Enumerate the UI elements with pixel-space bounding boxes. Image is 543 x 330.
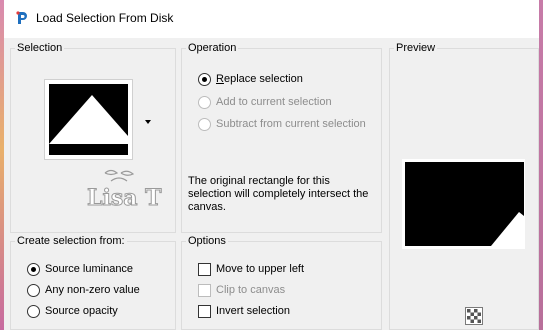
paintshop-pro-icon — [14, 10, 30, 26]
triangle-down-icon[interactable] — [145, 115, 151, 127]
checkerboard-icon[interactable] — [465, 307, 483, 325]
create-selection-group: Create selection from: Source luminance … — [10, 235, 176, 330]
source-opacity-option[interactable]: Source opacity — [27, 303, 118, 319]
options-group-label: Options — [186, 235, 228, 248]
selection-thumbnail[interactable] — [44, 79, 133, 160]
move-upper-left-label: Move to upper left — [216, 263, 305, 275]
subtract-selection-radio — [198, 117, 211, 131]
create-selection-group-label: Create selection from: — [15, 235, 127, 248]
any-non-zero-option[interactable]: Any non-zero value — [27, 282, 140, 298]
add-selection-option: Add to current selection — [198, 94, 332, 110]
preview-group: Preview — [389, 42, 539, 330]
selection-group-label: Selection — [15, 42, 65, 55]
operation-group: Operation Replace selection Add to curre… — [181, 42, 382, 233]
svg-text:Lisa T: Lisa T — [87, 185, 162, 211]
any-non-zero-label: Any non-zero value — [45, 284, 140, 296]
window-title: Load Selection From Disk — [36, 11, 174, 25]
invert-selection-option[interactable]: Invert selection — [198, 303, 290, 319]
intersect-info-text: The original rectangle for this selectio… — [188, 175, 369, 213]
clip-to-canvas-option: Clip to canvas — [198, 282, 285, 298]
preview-group-label: Preview — [394, 42, 438, 55]
dialog-body: Selection Lisa T Operation Replace selec… — [4, 38, 539, 330]
selection-group: Selection Lisa T — [10, 42, 176, 233]
source-opacity-label: Source opacity — [45, 305, 118, 317]
replace-selection-label: Replace selection — [216, 73, 303, 85]
clip-to-canvas-checkbox — [198, 283, 211, 297]
source-opacity-radio[interactable] — [27, 304, 40, 318]
subtract-selection-option: Subtract from current selection — [198, 116, 366, 132]
add-selection-radio — [198, 95, 211, 109]
replace-selection-option[interactable]: Replace selection — [198, 71, 303, 87]
source-luminance-option[interactable]: Source luminance — [27, 261, 133, 277]
subtract-selection-label: Subtract from current selection — [216, 118, 366, 130]
operation-group-label: Operation — [186, 42, 239, 55]
invert-selection-checkbox[interactable] — [198, 304, 211, 318]
options-group: Options Move to upper left Clip to canva… — [181, 235, 382, 330]
invert-selection-label: Invert selection — [216, 305, 290, 317]
preview-image[interactable] — [402, 159, 525, 249]
move-upper-left-option[interactable]: Move to upper left — [198, 261, 304, 277]
watermark-logo: Lisa T — [81, 167, 171, 213]
source-luminance-label: Source luminance — [45, 263, 134, 275]
any-non-zero-radio[interactable] — [27, 283, 40, 297]
move-upper-left-checkbox[interactable] — [198, 262, 211, 276]
desktop-wallpaper-right — [539, 0, 543, 330]
clip-to-canvas-label: Clip to canvas — [216, 284, 286, 296]
source-luminance-radio[interactable] — [27, 262, 40, 276]
title-bar[interactable]: Load Selection From Disk — [4, 0, 539, 38]
add-selection-label: Add to current selection — [216, 96, 332, 108]
replace-selection-radio[interactable] — [198, 72, 211, 86]
